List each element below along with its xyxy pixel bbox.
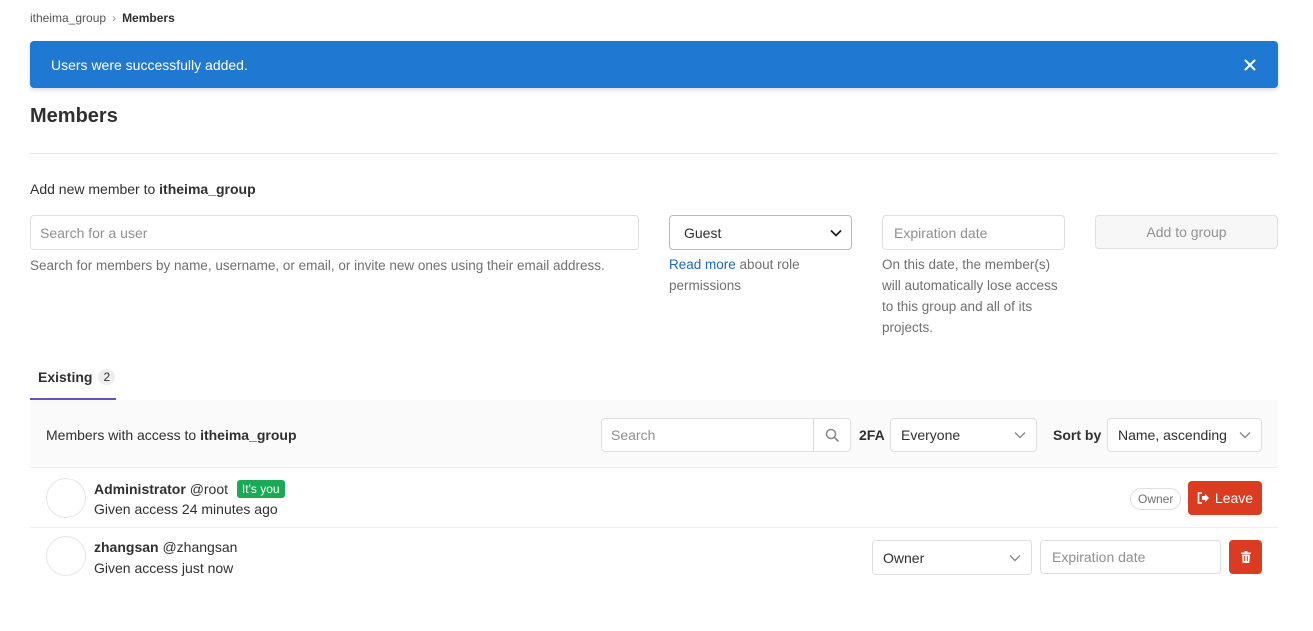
role-select-value: Guest [684, 224, 722, 241]
member-role-dropdown[interactable]: Owner [872, 540, 1032, 575]
search-button[interactable] [813, 419, 850, 451]
member-expiration-input[interactable]: Expiration date [1040, 540, 1221, 574]
add-member-group: itheima_group [159, 181, 256, 197]
flash-notice: Users were successfully added. [30, 41, 1278, 88]
role-select[interactable]: Guest [669, 215, 852, 250]
member-access-time: Given access just now [94, 560, 234, 576]
member-name: zhangsan @zhangsan [94, 539, 237, 555]
tab-existing-count: 2 [98, 368, 116, 385]
twofa-value: Everyone [901, 427, 961, 443]
tab-existing[interactable]: Existing 2 [30, 355, 116, 400]
search-icon [825, 428, 839, 442]
trash-icon [1240, 551, 1251, 563]
avatar[interactable] [46, 478, 86, 518]
breadcrumb-group-link[interactable]: itheima_group [30, 11, 106, 25]
tab-existing-label: Existing [38, 368, 93, 385]
chevron-right-icon: › [112, 11, 117, 25]
member-display-name[interactable]: Administrator [94, 481, 186, 497]
leave-button[interactable]: Leave [1188, 481, 1262, 515]
breadcrumb-current: Members [122, 11, 175, 25]
add-member-label: Add new member to itheima_group [30, 181, 256, 197]
member-row: Administrator @root It's you Given acces… [30, 469, 1278, 528]
twofa-label: 2FA [859, 427, 885, 443]
expiration-date-input[interactable]: Expiration date [882, 215, 1065, 250]
member-name: Administrator @root It's you [94, 480, 285, 498]
sign-out-icon [1197, 492, 1209, 504]
expiration-help: On this date, the member(s) will automat… [882, 257, 1058, 335]
member-display-name[interactable]: zhangsan [94, 539, 159, 555]
chevron-down-icon [1009, 554, 1021, 561]
user-search-placeholder: Search for a user [40, 224, 148, 241]
flash-message: Users were successfully added. [51, 56, 248, 73]
expiration-placeholder: Expiration date [894, 224, 988, 241]
add-to-group-button[interactable]: Add to group [1095, 215, 1278, 249]
divider [30, 153, 1278, 154]
close-icon[interactable] [1242, 57, 1258, 73]
chevron-down-icon [1239, 432, 1251, 439]
sort-value: Name, ascending [1118, 427, 1227, 443]
chevron-down-icon [830, 229, 842, 237]
twofa-dropdown[interactable]: Everyone [890, 418, 1037, 452]
remove-member-button[interactable] [1229, 540, 1262, 574]
member-username: @root [189, 481, 229, 497]
members-panel-title: Members with access to itheima_group [46, 427, 297, 443]
member-filter-search[interactable]: Search [601, 418, 851, 452]
member-filter-placeholder: Search [611, 427, 656, 443]
members-panel: Members with access to itheima_group Sea… [30, 400, 1278, 578]
member-username: @zhangsan [162, 539, 238, 555]
its-you-badge: It's you [236, 480, 285, 498]
breadcrumb: itheima_group › Members [30, 10, 175, 26]
sort-label: Sort by [1053, 427, 1102, 443]
member-access-time: Given access 24 minutes ago [94, 501, 278, 517]
sort-dropdown[interactable]: Name, ascending [1107, 418, 1262, 452]
user-search-help: Search for members by name, username, or… [30, 258, 605, 273]
leave-label: Leave [1214, 490, 1254, 506]
avatar[interactable] [46, 536, 86, 576]
role-badge: Owner [1130, 488, 1182, 510]
member-row: zhangsan @zhangsan Given access just now… [30, 528, 1278, 587]
chevron-down-icon [1014, 432, 1026, 439]
user-search-input[interactable]: Search for a user [30, 215, 639, 250]
page-title: Members [30, 105, 118, 127]
member-role-value: Owner [883, 549, 925, 566]
members-panel-header: Members with access to itheima_group Sea… [30, 400, 1278, 468]
read-more-link[interactable]: Read more [669, 257, 736, 272]
role-help: Read more about role permissions [669, 257, 800, 293]
